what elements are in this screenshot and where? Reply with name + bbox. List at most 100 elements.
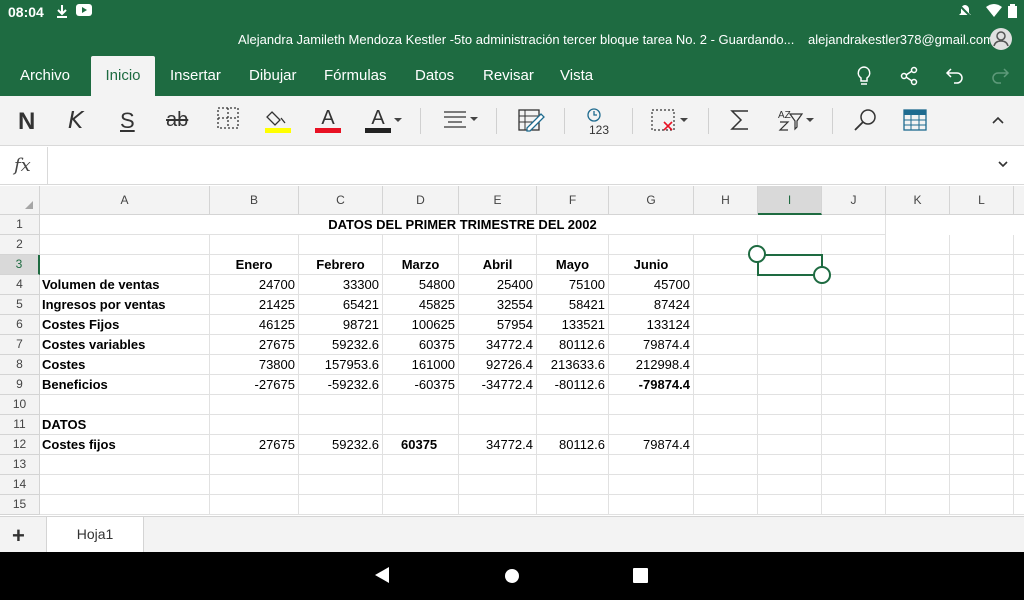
cell[interactable] (822, 455, 886, 475)
cell[interactable] (299, 455, 383, 475)
cell[interactable] (694, 475, 758, 495)
cell[interactable] (609, 475, 694, 495)
cell[interactable] (40, 475, 210, 495)
cell[interactable] (40, 235, 210, 255)
cell[interactable] (822, 235, 886, 255)
cell[interactable] (950, 495, 1014, 515)
value-cell[interactable]: 34772.4 (459, 435, 537, 455)
align-dropdown[interactable] (442, 106, 482, 136)
back-icon[interactable] (374, 566, 390, 589)
value-cell[interactable]: 54800 (383, 275, 459, 295)
cell[interactable] (822, 415, 886, 435)
cell[interactable] (822, 275, 886, 295)
font-style-dropdown[interactable]: A (364, 106, 406, 136)
sheet-tab-hoja1[interactable]: Hoja1 (46, 517, 144, 553)
select-all-corner[interactable] (0, 186, 40, 215)
row-header-15[interactable]: 15 (0, 495, 40, 515)
sheet-title-cell[interactable]: DATOS DEL PRIMER TRIMESTRE DEL 2002 (40, 215, 886, 235)
cell[interactable] (886, 235, 950, 255)
cell[interactable] (40, 455, 210, 475)
value-cell[interactable]: 32554 (459, 295, 537, 315)
cell[interactable] (537, 395, 609, 415)
column-header-a[interactable]: A (40, 186, 210, 215)
cell[interactable] (886, 435, 950, 455)
strikethrough-button[interactable]: ab (166, 109, 188, 139)
cell[interactable] (758, 355, 822, 375)
value-cell[interactable]: 80112.6 (537, 335, 609, 355)
formula-input[interactable] (56, 155, 976, 177)
cell[interactable] (694, 355, 758, 375)
row-label-cell[interactable]: Costes fijos (40, 435, 210, 455)
cell[interactable] (694, 375, 758, 395)
cell[interactable] (1014, 275, 1024, 295)
tab-archivo[interactable]: Archivo (20, 56, 70, 96)
cell[interactable] (1014, 355, 1024, 375)
cell[interactable] (886, 335, 950, 355)
cell[interactable] (40, 255, 210, 275)
format-table-button[interactable] (902, 106, 930, 136)
cell[interactable] (210, 455, 299, 475)
add-sheet-button[interactable]: + (12, 523, 25, 549)
cell[interactable] (822, 355, 886, 375)
cell[interactable] (886, 415, 950, 435)
autosum-button[interactable] (728, 106, 752, 136)
cell[interactable] (822, 295, 886, 315)
value-cell[interactable]: 59232.6 (299, 335, 383, 355)
selection-handle-start[interactable] (748, 245, 766, 263)
month-header-cell[interactable]: Marzo (383, 255, 459, 275)
value-cell[interactable]: 73800 (210, 355, 299, 375)
cell[interactable] (822, 315, 886, 335)
cell[interactable] (609, 395, 694, 415)
cell[interactable] (950, 315, 1014, 335)
cell[interactable] (459, 495, 537, 515)
cell[interactable] (886, 395, 950, 415)
cell[interactable] (210, 395, 299, 415)
column-header-k[interactable]: K (886, 186, 950, 215)
cell[interactable] (537, 455, 609, 475)
cell[interactable] (694, 455, 758, 475)
datos-label-cell[interactable]: DATOS (40, 415, 210, 435)
row-header-13[interactable]: 13 (0, 455, 40, 475)
lightbulb-icon[interactable] (852, 64, 876, 88)
row-label-cell[interactable]: Costes (40, 355, 210, 375)
cell[interactable] (758, 275, 822, 295)
cell[interactable] (950, 355, 1014, 375)
month-header-cell[interactable]: Enero (210, 255, 299, 275)
cell[interactable] (758, 375, 822, 395)
row-header-3[interactable]: 3 (0, 255, 40, 275)
cell[interactable] (383, 455, 459, 475)
cell[interactable] (950, 395, 1014, 415)
cell[interactable] (886, 295, 950, 315)
cell[interactable] (950, 295, 1014, 315)
redo-icon[interactable] (988, 64, 1012, 88)
cell[interactable] (1014, 495, 1024, 515)
cell[interactable] (758, 475, 822, 495)
month-header-cell[interactable]: Abril (459, 255, 537, 275)
cell[interactable] (609, 235, 694, 255)
fill-color-button[interactable] (264, 106, 292, 136)
column-header-f[interactable]: F (537, 186, 609, 215)
undo-icon[interactable] (943, 64, 967, 88)
cell[interactable] (822, 335, 886, 355)
cell[interactable] (886, 275, 950, 295)
value-cell[interactable]: 33300 (299, 275, 383, 295)
value-cell[interactable]: 79874.4 (609, 435, 694, 455)
value-cell[interactable]: 213633.6 (537, 355, 609, 375)
cell[interactable] (694, 315, 758, 335)
value-cell[interactable]: 58421 (537, 295, 609, 315)
cell[interactable] (299, 495, 383, 515)
cell[interactable] (950, 415, 1014, 435)
row-header-7[interactable]: 7 (0, 335, 40, 355)
avatar[interactable] (990, 28, 1012, 50)
number-format-button[interactable]: 123 (584, 106, 614, 136)
column-header-d[interactable]: D (383, 186, 459, 215)
value-cell[interactable]: -80112.6 (537, 375, 609, 395)
cell[interactable] (1014, 335, 1024, 355)
cell[interactable] (609, 455, 694, 475)
value-cell[interactable]: -59232.6 (299, 375, 383, 395)
cell[interactable] (758, 235, 822, 255)
column-header-b[interactable]: B (210, 186, 299, 215)
value-cell[interactable]: 212998.4 (609, 355, 694, 375)
cell[interactable] (694, 415, 758, 435)
tab-dibujar[interactable]: Dibujar (249, 56, 297, 96)
